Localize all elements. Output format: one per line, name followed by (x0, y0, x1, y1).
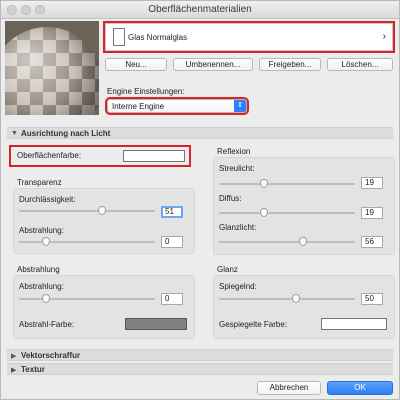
delete-button[interactable]: Löschen... (327, 58, 393, 71)
opacity-slider-track[interactable] (19, 210, 155, 212)
specular-label: Glanzlicht: (219, 223, 257, 232)
transparency-falloff-track[interactable] (19, 241, 155, 243)
specular-input[interactable]: 56 (361, 236, 383, 248)
material-selector[interactable]: Glas Normalglas › (103, 21, 395, 53)
opacity-label: Durchlässigkeit: (19, 195, 76, 204)
shine-slider-track[interactable] (219, 298, 355, 300)
shine-input[interactable]: 50 (361, 293, 383, 305)
shine-label: Spiegelnd: (219, 282, 257, 291)
triangle-down-icon: ▼ (11, 130, 18, 137)
new-button[interactable]: Neu... (105, 58, 167, 71)
material-name: Glas Normalglas (128, 33, 188, 42)
updown-arrows-icon: ⇕ (234, 100, 246, 112)
material-preview (5, 21, 99, 115)
engine-select[interactable]: Interne Engine ⇕ (105, 97, 249, 115)
engine-value: Interne Engine (112, 102, 165, 111)
emission-color-label: Abstrahl-Farbe: (19, 320, 75, 329)
reflection-title: Reflexion (217, 147, 251, 156)
specular-slider-track[interactable] (219, 241, 355, 243)
section-texture-label: Textur (21, 365, 45, 374)
share-button[interactable]: Freigeben... (259, 58, 321, 71)
emission-title: Abstrahlung (17, 265, 60, 274)
triangle-right-icon: ▶ (11, 367, 17, 374)
opacity-input[interactable]: 51 (161, 206, 183, 218)
emission-falloff-input[interactable]: 0 (161, 293, 183, 305)
transparency-title: Transparenz (17, 178, 62, 187)
title-bar[interactable]: Oberflächenmaterialien (1, 1, 399, 19)
material-swatch (113, 28, 125, 46)
ambient-label: Streulicht: (219, 164, 255, 173)
diffuse-input[interactable]: 19 (361, 207, 383, 219)
emission-falloff-label: Abstrahlung: (19, 282, 64, 291)
emission-color-swatch[interactable] (125, 318, 187, 330)
dialog-window: Oberflächenmaterialien Glas Normalglas ›… (0, 0, 400, 400)
diffuse-slider-track[interactable] (219, 212, 355, 214)
ok-button[interactable]: OK (327, 381, 393, 395)
triangle-right-icon: ▶ (11, 353, 17, 360)
surface-color-label: Oberflächenfarbe: (17, 151, 82, 160)
mirror-color-label: Gespiegelte Farbe: (219, 320, 288, 329)
section-orientation[interactable]: ▼ Ausrichtung nach Licht (7, 127, 393, 139)
emission-falloff-track[interactable] (19, 298, 155, 300)
preview-sphere (5, 27, 99, 115)
chevron-right-icon: › (382, 31, 386, 42)
transparency-falloff-input[interactable]: 0 (161, 236, 183, 248)
mirror-color-swatch[interactable] (321, 318, 387, 330)
transparency-falloff-label: Abstrahlung: (19, 226, 64, 235)
rename-button[interactable]: Umbenennen... (173, 58, 253, 71)
section-vector-hatch-label: Vektorschraffur (21, 351, 81, 360)
surface-color-swatch[interactable] (123, 150, 185, 162)
section-texture[interactable]: ▶ Textur (7, 363, 393, 375)
ambient-input[interactable]: 19 (361, 177, 383, 189)
section-vector-hatch[interactable]: ▶ Vektorschraffur (7, 349, 393, 361)
gloss-title: Glanz (217, 265, 238, 274)
diffuse-label: Diffus: (219, 194, 242, 203)
section-orientation-label: Ausrichtung nach Licht (21, 129, 111, 138)
surface-color-row: Oberflächenfarbe: (9, 145, 191, 167)
ambient-slider-track[interactable] (219, 183, 355, 185)
window-title: Oberflächenmaterialien (148, 4, 252, 15)
engine-label: Engine Einstellungen: (107, 87, 185, 96)
cancel-button[interactable]: Abbrechen (257, 381, 321, 395)
